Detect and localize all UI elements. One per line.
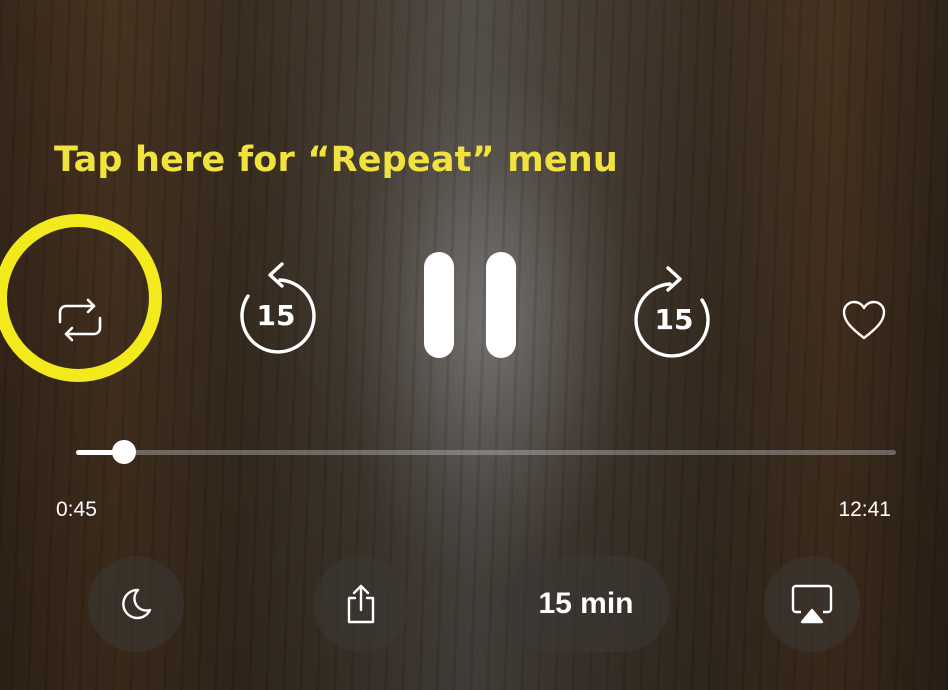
- skip-forward-seconds: 15: [654, 303, 694, 336]
- pause-button[interactable]: [420, 248, 520, 362]
- repeat-button[interactable]: [52, 292, 108, 348]
- progress-slider[interactable]: [76, 440, 896, 464]
- airplay-button[interactable]: [764, 556, 860, 652]
- total-duration: 12:41: [838, 498, 891, 521]
- repeat-icon: [58, 298, 102, 342]
- timer-duration-button[interactable]: 15 min: [502, 556, 670, 652]
- pause-icon: [424, 252, 516, 358]
- skip-forward-button[interactable]: 15: [632, 266, 716, 360]
- sleep-timer-button[interactable]: [88, 556, 184, 652]
- share-button[interactable]: [313, 556, 409, 652]
- elapsed-time: 0:45: [56, 498, 97, 521]
- moon-icon: [122, 588, 152, 620]
- skip-back-button[interactable]: 15: [234, 258, 318, 356]
- airplay-icon: [791, 584, 833, 624]
- heart-icon: [842, 300, 886, 340]
- skip-back-seconds: 15: [256, 299, 296, 332]
- favorite-button[interactable]: [838, 294, 890, 346]
- share-icon: [347, 584, 375, 624]
- repeat-hint-label: Tap here for “Repeat” menu: [54, 140, 619, 180]
